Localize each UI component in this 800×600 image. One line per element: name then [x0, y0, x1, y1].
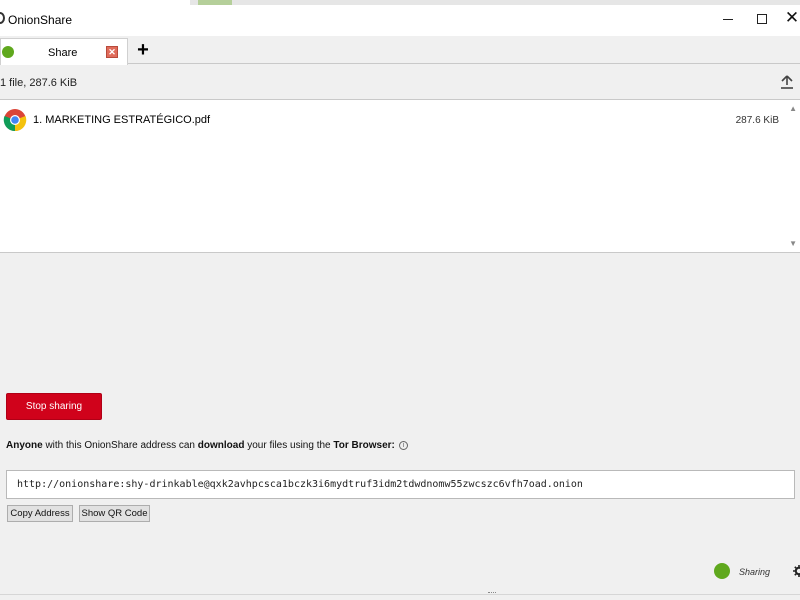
minimize-button[interactable]: [714, 6, 742, 30]
file-name: 1. MARKETING ESTRATÉGICO.pdf: [33, 114, 211, 126]
scroll-down-icon[interactable]: ▼: [789, 239, 797, 248]
close-tab-icon[interactable]: ✕: [106, 46, 118, 58]
window-title: OnionShare: [8, 13, 73, 27]
info-text-1: with this OnionShare address can: [42, 440, 198, 451]
share-info-text: Anyone with this OnionShare address can …: [6, 440, 408, 451]
stop-sharing-button[interactable]: Stop sharing: [6, 393, 102, 420]
scroll-up-icon[interactable]: ▲: [789, 104, 797, 113]
background-window-accent: [198, 0, 232, 5]
file-size: 287.6 KiB: [735, 115, 779, 126]
bottom-border: [0, 594, 800, 595]
info-icon[interactable]: i: [398, 441, 408, 450]
tab-label: Share: [48, 47, 78, 59]
maximize-button[interactable]: [748, 6, 776, 30]
tab-bar: Share ✕ +: [0, 36, 800, 65]
chrome-icon: [3, 109, 27, 132]
list-item[interactable]: 1. MARKETING ESTRATÉGICO.pdf 287.6 KiB: [0, 108, 785, 134]
status-text: Sharing: [739, 567, 771, 577]
background-window-strip: [190, 0, 800, 5]
maximize-icon: [757, 14, 767, 25]
gear-icon[interactable]: [793, 565, 800, 577]
info-text-2: your files using the: [244, 440, 334, 451]
sharing-status-icon: [714, 563, 730, 579]
file-list: 1. MARKETING ESTRATÉGICO.pdf 287.6 KiB ▲…: [0, 99, 800, 253]
copy-address-button[interactable]: Copy Address: [7, 505, 73, 522]
onion-address-field[interactable]: http://onionshare:shy-drinkable@qxk2avhp…: [6, 470, 795, 499]
onion-address: http://onionshare:shy-drinkable@qxk2avhp…: [17, 479, 583, 490]
file-summary: 1 file, 287.6 KiB: [0, 77, 78, 89]
close-window-button[interactable]: ✕: [778, 6, 800, 30]
upload-icon[interactable]: [780, 74, 794, 90]
resize-grip-icon[interactable]: [488, 592, 496, 595]
info-tor-browser: Tor Browser:: [333, 440, 395, 451]
info-anyone: Anyone: [6, 440, 43, 451]
show-qr-code-button[interactable]: Show QR Code: [79, 505, 150, 522]
minimize-icon: [723, 18, 733, 20]
info-download: download: [197, 440, 245, 451]
share-status-dot-icon: [2, 46, 14, 58]
onionshare-logo-icon: [0, 12, 5, 24]
title-bar: OnionShare ✕: [0, 0, 800, 36]
tab-share[interactable]: Share ✕: [0, 38, 128, 65]
add-tab-button[interactable]: +: [134, 40, 152, 60]
